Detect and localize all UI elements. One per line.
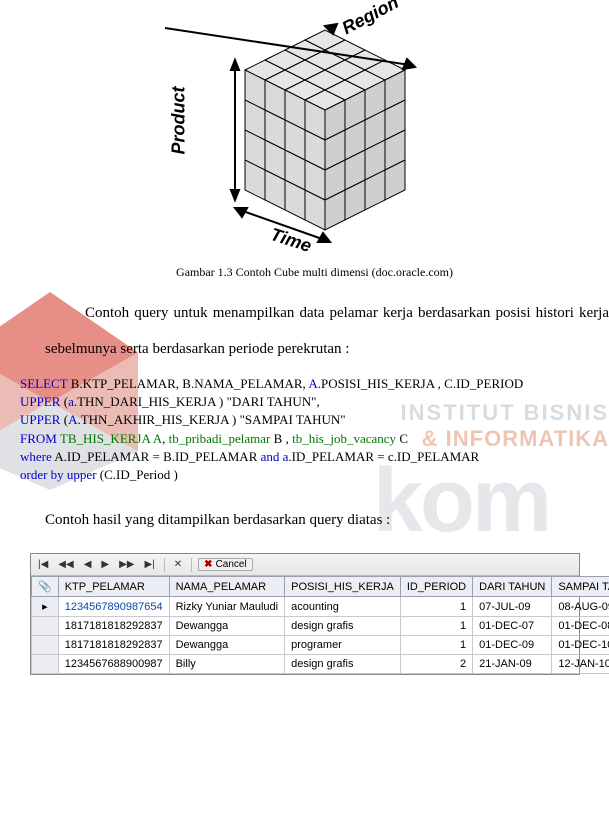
cell-nama: Billy: [169, 655, 285, 674]
sql-where1: A.ID_PELAMAR = B.ID_PELAMAR: [54, 449, 260, 464]
table-row[interactable]: 1817181818292837 Dewangga programer 1 01…: [32, 636, 609, 655]
sql-and-kw: and: [261, 449, 283, 464]
sql-tbl1: TB_HIS_KERJA A: [60, 431, 162, 446]
toolbar-separator: [164, 558, 165, 572]
result-table-screenshot: |◀ ◀◀ ◀ ▶ ▶▶ ▶| ✕ ✖ Cancel 📎 KTP_PELAMAR…: [30, 553, 580, 675]
col-posisi[interactable]: POSISI_HIS_KERJA: [285, 577, 401, 597]
cancel-button[interactable]: ✖ Cancel: [198, 558, 253, 571]
cell-sampai: 01-DEC-10: [552, 636, 609, 655]
sql-b-alias: B ,: [270, 431, 292, 446]
row-indicator-header: 📎: [32, 577, 59, 597]
cell-period: 1: [400, 617, 472, 636]
nav-prev-button[interactable]: ◀: [81, 559, 95, 570]
toolbar-glyph[interactable]: ✕: [171, 559, 185, 570]
paragraph-query-intro: Contoh query untuk menampilkan data pela…: [45, 295, 609, 367]
row-pointer-icon: [32, 655, 59, 674]
sql-upper1-body: .THN_DARI_HIS_KERJA ) "DARI TAHUN",: [74, 394, 320, 409]
nav-first-button[interactable]: |◀: [35, 559, 51, 570]
cell-posisi: programer: [285, 636, 401, 655]
nav-nextpage-button[interactable]: ▶▶: [116, 559, 137, 570]
col-ktp[interactable]: KTP_PELAMAR: [58, 577, 169, 597]
cell-posisi: design grafis: [285, 655, 401, 674]
nav-prevpage-button[interactable]: ◀◀: [55, 559, 76, 570]
row-pointer-icon: [32, 636, 59, 655]
sql-tbl2: tb_pribadi_pelamar: [169, 431, 271, 446]
cell-sampai: 01-DEC-08: [552, 617, 609, 636]
sql-order-body: (C.ID_Period ): [100, 467, 178, 482]
nav-next-button[interactable]: ▶: [98, 559, 112, 570]
cell-ktp: 1817181818292837: [58, 617, 169, 636]
sql-cols: B.KTP_PELAMAR, B.NAMA_PELAMAR,: [71, 376, 309, 391]
sql-upper2-kw: UPPER: [20, 412, 64, 427]
cell-period: 2: [400, 655, 472, 674]
cancel-label: Cancel: [216, 559, 247, 570]
sql-cols2: .POSISI_HIS_KERJA , C.ID_PERIOD: [318, 376, 524, 391]
sql-where2: .ID_PELAMAR = c.ID_PELAMAR: [288, 449, 479, 464]
table-row[interactable]: ▸ 1234567890987654 Rizky Yuniar Mauludi …: [32, 597, 609, 617]
cell-dari: 21-JAN-09: [473, 655, 552, 674]
sql-order-kw: order by upper: [20, 467, 100, 482]
sql-c-alias: C: [396, 431, 408, 446]
cell-dari: 07-JUL-09: [473, 597, 552, 617]
cancel-x-icon: ✖: [204, 559, 212, 570]
table-row[interactable]: 1234567688900987 Billy design grafis 2 2…: [32, 655, 609, 674]
sql-from-kw: FROM: [20, 431, 60, 446]
cell-ktp: 1817181818292837: [58, 636, 169, 655]
table-row[interactable]: 1817181818292837 Dewangga design grafis …: [32, 617, 609, 636]
cell-posisi: acounting: [285, 597, 401, 617]
cell-ktp: 1234567688900987: [58, 655, 169, 674]
sql-a-prefix: A: [308, 376, 317, 391]
results-table: 📎 KTP_PELAMAR NAMA_PELAMAR POSISI_HIS_KE…: [31, 576, 609, 674]
sql-code-block: SELECT B.KTP_PELAMAR, B.NAMA_PELAMAR, A.…: [20, 375, 609, 484]
cell-nama: Rizky Yuniar Mauludi: [169, 597, 285, 617]
cell-dari: 01-DEC-07: [473, 617, 552, 636]
sql-upper2-body: .THN_AKHIR_HIS_KERJA ) "SAMPAI TAHUN": [77, 412, 345, 427]
cell-sampai: 12-JAN-10: [552, 655, 609, 674]
cell-nama: Dewangga: [169, 636, 285, 655]
cell-dari: 01-DEC-09: [473, 636, 552, 655]
cube-figure: Region Product Time: [20, 10, 609, 280]
row-pointer-icon: ▸: [32, 597, 59, 617]
sql-tbl3: tb_his_job_vacancy: [292, 431, 396, 446]
cell-ktp: 1234567890987654: [58, 597, 169, 617]
row-pointer-icon: [32, 617, 59, 636]
cell-sampai: 08-AUG-09: [552, 597, 609, 617]
nav-toolbar: |◀ ◀◀ ◀ ▶ ▶▶ ▶| ✕ ✖ Cancel: [31, 554, 579, 576]
col-sampai[interactable]: SAMPAI TAHUN: [552, 577, 609, 597]
cube-icon: [165, 10, 465, 250]
cell-posisi: design grafis: [285, 617, 401, 636]
sql-select-kw: SELECT: [20, 376, 71, 391]
col-period[interactable]: ID_PERIOD: [400, 577, 472, 597]
col-dari[interactable]: DARI TAHUN: [473, 577, 552, 597]
toolbar-separator: [191, 558, 192, 572]
sql-upper1-kw: UPPER: [20, 394, 64, 409]
cell-period: 1: [400, 636, 472, 655]
paragraph-result-intro: Contoh hasil yang ditampilkan berdasarka…: [45, 502, 609, 538]
cell-period: 1: [400, 597, 472, 617]
sql-where-kw: where: [20, 449, 54, 464]
axis-product-label: Product: [168, 86, 189, 154]
nav-last-button[interactable]: ▶|: [141, 559, 157, 570]
figure-caption: Gambar 1.3 Contoh Cube multi dimensi (do…: [20, 265, 609, 280]
cell-nama: Dewangga: [169, 617, 285, 636]
col-nama[interactable]: NAMA_PELAMAR: [169, 577, 285, 597]
